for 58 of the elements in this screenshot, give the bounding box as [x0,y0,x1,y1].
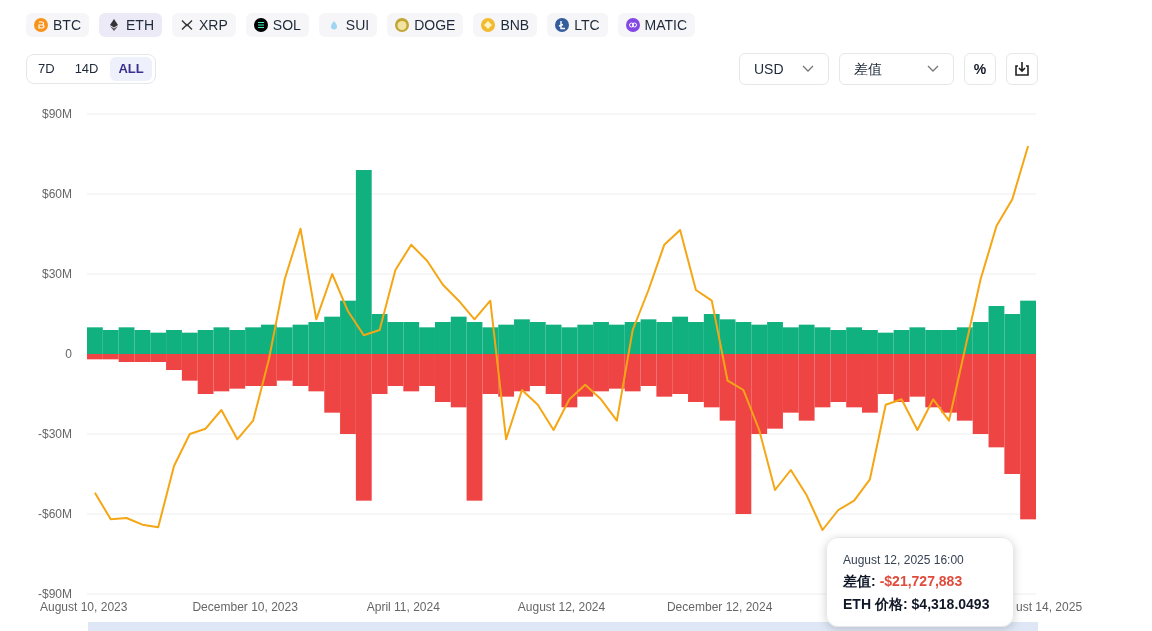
x-axis-label: April 11, 2024 [366,600,440,614]
y-axis-label: -$60M [38,507,72,521]
y-axis-label: $60M [41,187,72,201]
price-value: $4,318.0493 [911,595,990,614]
bar [656,354,673,397]
period-tab[interactable]: 14D [66,57,107,81]
coin-tab[interactable]: BTC [26,13,89,37]
x-axis-label: December 12, 2024 [666,600,773,614]
currency-select[interactable]: USD [739,53,829,85]
coin-tab[interactable]: MATIC [617,13,696,37]
download-button[interactable] [1006,53,1038,85]
x-axis-label: ust 14, 2025 [1016,600,1083,614]
coin-tab[interactable]: LTC [547,13,608,37]
y-axis-label: $90M [41,107,72,121]
bar [245,354,261,386]
coin-tab[interactable]: ETH [99,13,162,37]
y-axis-label: -$90M [38,587,72,601]
bar [593,354,609,392]
period-tab[interactable]: 7D [30,57,63,81]
bar [245,327,261,354]
tooltip-time: August 12, 2025 16:00 [843,552,965,569]
period-tab[interactable]: ALL [110,57,152,81]
y-axis-label: 0 [65,347,72,361]
cross-icon [180,18,194,32]
x-axis-label: August 10, 2023 [40,600,128,614]
y-axis-label: $30M [41,267,72,281]
coin-icon [395,18,410,32]
download-icon [1013,60,1031,78]
diff-value: -$21,727,883 [879,572,963,591]
chevron-down-icon [927,65,939,73]
metric-select[interactable]: 差值 [839,53,954,85]
diamond-icon [481,18,496,32]
y-axis-label: -$30M [38,427,72,441]
bar [593,322,609,354]
coin-icon [555,18,570,32]
zoom-slider[interactable] [88,622,1038,631]
rings-icon [625,18,640,32]
bar [403,322,420,354]
bar [514,354,530,392]
coin-tab[interactable]: SUI [318,13,378,37]
x-axis-label: December 10, 2023 [192,600,298,614]
coin-tab[interactable]: SOL [245,13,309,37]
bar [514,319,530,354]
bar [672,316,689,354]
bar [672,354,689,394]
coin-tab[interactable]: XRP [172,13,236,37]
diff-label: 差值: [843,572,876,591]
coin-icon [34,18,48,32]
diamond-icon [107,18,121,32]
stripes-icon [253,18,268,32]
coin-tab[interactable]: BNB [473,13,538,37]
x-axis-label: August 12, 2024 [517,600,606,614]
chevron-down-icon [802,65,814,73]
price-label: ETH 价格: [843,595,908,614]
percent-button[interactable]: % [964,53,996,85]
bar [403,354,420,392]
bar [656,322,673,354]
coin-tab[interactable]: DOGE [387,13,464,37]
